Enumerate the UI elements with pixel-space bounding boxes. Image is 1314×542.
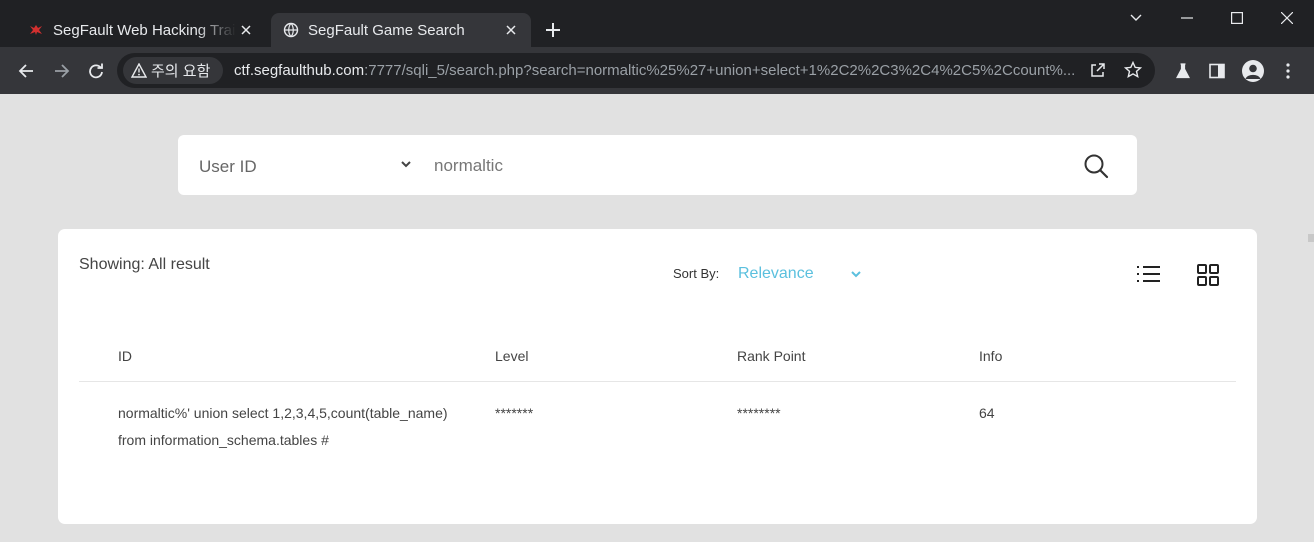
cell-level: ******* (495, 405, 534, 421)
showing-label: Showing: All result (79, 256, 210, 273)
column-header-id: ID (118, 348, 132, 364)
browser-toolbar: 주의 요함 ctf.segfaulthub.com:7777/sqli_5/se… (0, 47, 1314, 94)
segfault-bug-icon (28, 22, 44, 38)
address-bar[interactable]: 주의 요함 ctf.segfaulthub.com:7777/sqli_5/se… (117, 53, 1155, 88)
chevron-down-icon[interactable] (849, 267, 863, 281)
warning-triangle-icon (131, 63, 147, 78)
cell-rank-point: ******** (737, 405, 781, 421)
side-panel-icon[interactable] (1205, 59, 1229, 83)
new-tab-plus-icon[interactable] (542, 19, 564, 41)
browser-titlebar: SegFault Web Hacking Training SegFault G… (0, 0, 1314, 47)
results-panel: Showing: All result Sort By: Relevance I… (58, 229, 1257, 524)
kebab-menu-icon[interactable] (1276, 59, 1300, 83)
security-warning-chip[interactable]: 주의 요함 (123, 57, 223, 84)
grid-view-icon[interactable] (1196, 263, 1220, 287)
sort-select[interactable]: Relevance (738, 265, 814, 283)
url-host: ctf.segfaulthub.com (234, 62, 365, 79)
tab-search-chevron-icon[interactable] (1121, 6, 1151, 30)
column-header-level: Level (495, 348, 529, 364)
search-field-select[interactable]: User ID (199, 157, 257, 177)
tab-title: SegFault Web Hacking Training (53, 21, 236, 39)
tab-title: SegFault Game Search (308, 21, 465, 39)
page-viewport: User ID Showing: All result Sort By: Rel… (0, 94, 1314, 542)
globe-icon (283, 22, 299, 38)
tab-segfault-game-search[interactable]: SegFault Game Search (271, 13, 531, 47)
chevron-down-icon[interactable] (399, 157, 413, 171)
close-window-icon[interactable] (1272, 6, 1302, 30)
list-view-icon[interactable] (1136, 263, 1162, 285)
cell-id: normaltic%' union select 1,2,3,4,5,count… (118, 405, 448, 448)
sort-by-label: Sort By: (673, 266, 720, 281)
reload-icon[interactable] (84, 59, 108, 83)
bookmark-star-icon[interactable] (1122, 59, 1144, 81)
close-tab-icon[interactable] (236, 20, 256, 40)
forward-arrow-icon[interactable] (50, 59, 74, 83)
scrollbar[interactable] (1308, 234, 1314, 242)
column-header-info: Info (979, 348, 1003, 364)
close-tab-icon[interactable] (501, 20, 521, 40)
back-arrow-icon[interactable] (14, 59, 38, 83)
labs-flask-icon[interactable] (1171, 59, 1195, 83)
search-input[interactable] (434, 149, 1054, 183)
search-icon[interactable] (1083, 153, 1109, 179)
security-chip-label: 주의 요함 (151, 63, 211, 80)
profile-avatar-icon[interactable] (1242, 60, 1264, 82)
share-icon[interactable] (1087, 59, 1109, 81)
column-header-rank-point: Rank Point (737, 348, 806, 364)
header-divider (79, 381, 1236, 382)
url-text[interactable]: ctf.segfaulthub.com:7777/sqli_5/search.p… (234, 62, 1075, 79)
cell-info: 64 (979, 405, 995, 421)
maximize-icon[interactable] (1222, 6, 1252, 30)
search-bar: User ID (178, 135, 1137, 195)
url-path: :7777/sqli_5/search.php?search=normaltic… (364, 62, 1076, 79)
minimize-icon[interactable] (1172, 6, 1202, 30)
tab-segfault-training[interactable]: SegFault Web Hacking Training (16, 13, 266, 47)
